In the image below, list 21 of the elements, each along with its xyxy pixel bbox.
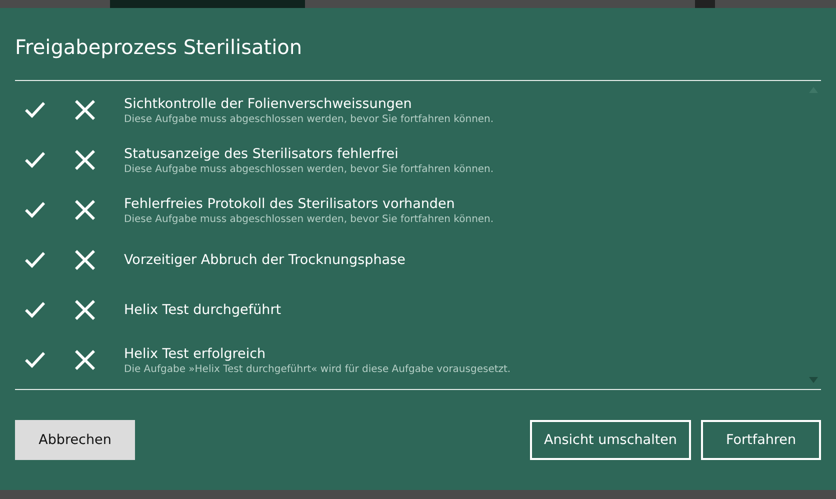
task-title: Helix Test durchgeführt (124, 301, 282, 319)
dialog-button[interactable]: Ansicht umschalten (530, 420, 691, 460)
close-icon[interactable] (74, 149, 96, 171)
task-note: Die Aufgabe »Helix Test durchgeführt« wird für diese Aufgabe vorausgesetzt. (124, 362, 511, 376)
task-title: Statusanzeige des Sterilisators fehlerfrei (124, 144, 400, 162)
close-icon[interactable] (74, 349, 96, 371)
close-icon[interactable] (74, 99, 96, 121)
task-title: Fehlerfreies Protokoll des Sterilisators vorhanden (124, 194, 456, 212)
close-icon[interactable] (74, 299, 96, 321)
tab-background (695, 0, 715, 8)
task-title: Helix Test erfolgreich (124, 344, 267, 362)
dialog-title: Freigabeprozess Sterilisation (15, 34, 304, 60)
task-note: Diese Aufgabe muss abgeschlossen werden, bevor Sie fortfahren können. (124, 112, 494, 126)
dialog-button[interactable]: Fortfahren (701, 420, 821, 460)
task-title: Vorzeitiger Abbruch der Trocknungsphase (124, 251, 406, 269)
close-icon[interactable] (74, 249, 96, 271)
task-title: Sichtkontrolle der Folienverschweissungen (124, 94, 413, 112)
task-note: Diese Aufgabe muss abgeschlossen werden, bevor Sie fortfahren können. (124, 162, 494, 176)
close-icon[interactable] (74, 199, 96, 221)
cancel-button[interactable]: Abbrechen (15, 420, 135, 460)
task-note: Diese Aufgabe muss abgeschlossen werden, bevor Sie fortfahren können. (124, 212, 494, 226)
